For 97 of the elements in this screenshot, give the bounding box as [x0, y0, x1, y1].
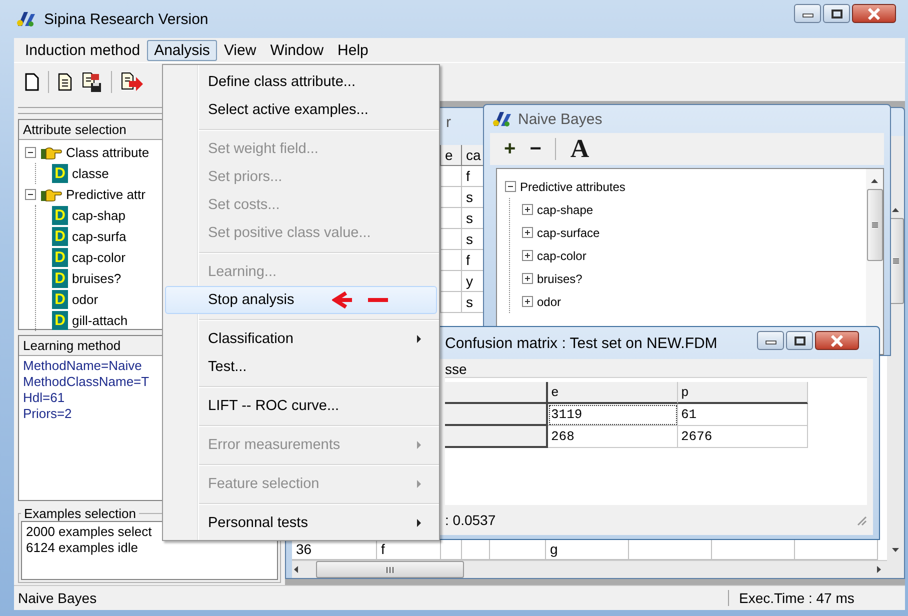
pointing-hand-icon [40, 146, 62, 160]
tree-item[interactable]: odor [537, 294, 562, 308]
tree-item[interactable]: odor [72, 292, 98, 307]
app-icon [16, 10, 36, 28]
window-title: Naive Bayes [518, 110, 602, 128]
maximize-button[interactable] [823, 4, 850, 23]
tree-item[interactable]: gill-attach [72, 313, 128, 328]
table-cell [441, 250, 462, 271]
tree-item[interactable]: cap-color [537, 248, 586, 262]
minimize-button[interactable] [794, 4, 821, 23]
new-document-icon[interactable] [24, 72, 40, 92]
status-text: Naive Bayes [18, 590, 97, 606]
scroll-down-icon[interactable] [891, 546, 900, 554]
type-badge: D [52, 311, 68, 330]
column-header: e [441, 145, 462, 166]
expand-icon[interactable] [522, 204, 533, 215]
menu-item[interactable]: Help [330, 40, 376, 60]
type-badge: D [52, 248, 68, 267]
menu-item[interactable]: Analysis [147, 40, 217, 60]
type-badge: D [52, 290, 68, 309]
table-cell [441, 229, 462, 250]
type-badge: D [52, 269, 68, 288]
collapse-icon[interactable] [25, 147, 36, 158]
tree-item[interactable]: bruises? [537, 272, 582, 286]
expand-icon[interactable] [522, 296, 533, 307]
table-cell[interactable]: 2676 [678, 426, 808, 448]
type-badge: D [52, 164, 68, 183]
expand-icon[interactable] [522, 227, 533, 238]
menu-item[interactable]: Window [263, 40, 331, 60]
scroll-right-icon[interactable] [875, 565, 883, 574]
close-icon [830, 334, 844, 346]
minimize-button[interactable] [757, 331, 784, 350]
resize-grip-icon[interactable] [855, 514, 867, 526]
export-document-icon[interactable] [120, 71, 144, 93]
scroll-up-icon[interactable] [870, 177, 879, 185]
collapse-icon[interactable] [505, 181, 516, 192]
type-badge: D [52, 206, 68, 225]
table-cell [441, 271, 462, 292]
table-cell[interactable]: 61 [678, 404, 808, 426]
menu-item[interactable]: Induction method [18, 40, 148, 60]
scrollbar-thumb[interactable] [866, 189, 882, 261]
collapse-icon[interactable] [25, 189, 36, 200]
tree-item[interactable]: Class attribute [66, 145, 150, 160]
font-button[interactable]: A [570, 134, 590, 164]
type-badge: D [52, 227, 68, 246]
maximize-button[interactable] [786, 331, 813, 350]
table-cell [441, 208, 462, 229]
expand-icon[interactable] [522, 250, 533, 261]
method-parameters: MethodName=Naive MethodClassName=T Hdl=61 Priors=2 [22, 357, 150, 423]
submenu-arrow-icon [416, 518, 422, 528]
arrow-annotation-icon [332, 291, 390, 309]
document-icon[interactable] [57, 72, 73, 92]
close-icon [867, 8, 881, 20]
tree-item[interactable]: cap-surfa [72, 229, 126, 244]
table-cell [441, 166, 462, 187]
column-header: e [548, 382, 678, 404]
remove-button[interactable]: − [530, 138, 542, 160]
table-cell[interactable]: 268 [548, 426, 678, 448]
column-header: p [678, 382, 808, 404]
status-text: Exec.Time : 47 ms [728, 590, 905, 606]
table-cell [441, 187, 462, 208]
submenu-arrow-icon [416, 334, 422, 344]
table-cell [441, 292, 462, 313]
menu-item[interactable]: Test... [165, 353, 437, 381]
group-label: Examples selection [23, 506, 137, 521]
tree-item[interactable]: Predictive attributes [520, 180, 626, 194]
menu-item[interactable]: View [216, 40, 264, 60]
tree-item[interactable]: cap-shap [72, 208, 126, 223]
expand-icon[interactable] [522, 273, 533, 284]
tree-item[interactable]: cap-surface [537, 226, 600, 240]
scroll-up-icon[interactable] [891, 206, 900, 214]
menu-item[interactable]: Stop analysis [165, 286, 437, 314]
submenu-arrow-icon [416, 440, 422, 450]
tree-item[interactable]: cap-color [72, 250, 126, 265]
save-document-icon[interactable] [81, 71, 103, 93]
scrollbar-thumb[interactable] [316, 561, 464, 578]
close-button[interactable] [815, 331, 859, 350]
tree-item[interactable]: cap-shape [537, 202, 594, 216]
close-button[interactable] [852, 4, 896, 23]
scroll-left-icon[interactable] [292, 565, 300, 574]
add-button[interactable]: + [504, 138, 516, 160]
error-rate: : 0.0537 [445, 512, 496, 528]
menu-item[interactable]: Define class attribute... [165, 68, 437, 96]
app-icon [492, 110, 512, 128]
table-cell[interactable]: 3119 [548, 404, 678, 426]
submenu-arrow-icon [416, 479, 422, 489]
tree-item[interactable]: Predictive attr [66, 187, 146, 202]
menu-item[interactable]: LIFT -- ROC curve... [165, 392, 437, 420]
group-label: sse [445, 361, 467, 377]
tree-item[interactable]: classe [72, 166, 109, 181]
window-title: Confusion matrix : Test set on NEW.FDM [445, 334, 718, 352]
window-title: r [446, 114, 451, 130]
maximize-icon [794, 336, 806, 346]
maximize-icon [830, 8, 842, 18]
pointing-hand-icon [40, 188, 62, 202]
window-title: Sipina Research Version [44, 10, 208, 28]
tree-item[interactable]: bruises? [72, 271, 122, 286]
